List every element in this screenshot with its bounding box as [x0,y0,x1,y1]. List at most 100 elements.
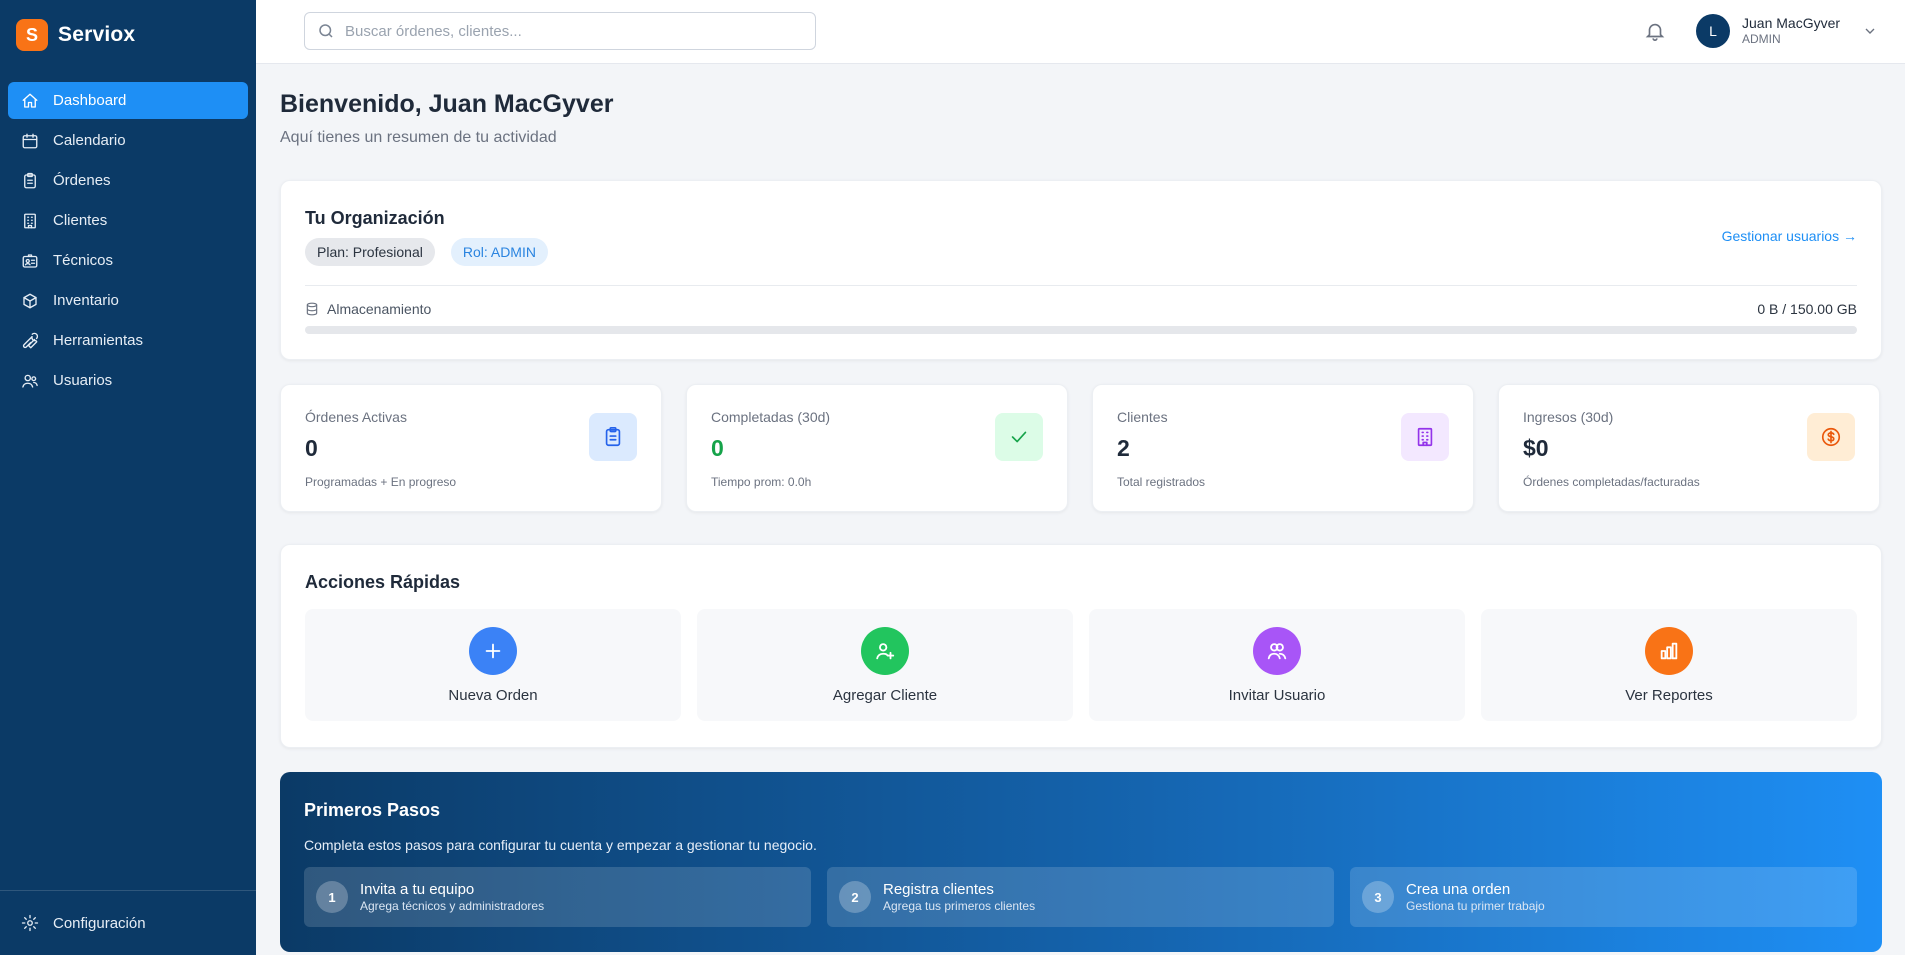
plan-badge: Plan: Profesional [305,238,435,266]
clipboard-icon [24,172,36,188]
organization-card: Tu Organización Plan: Profesional Rol: A… [280,180,1882,360]
stat-value: $0 [1523,435,1549,461]
bar-chart-icon [1660,642,1678,659]
check-icon [1011,431,1027,443]
sidebar-item-users[interactable]: Usuarios [8,362,248,399]
user-plus-icon [876,642,895,659]
manage-users-link[interactable]: Gestionar usuarios → [1722,228,1857,244]
sidebar-item-inventory[interactable]: Inventario [8,282,248,319]
new-order-button[interactable]: Nueva Orden [305,609,681,721]
stat-icon [995,413,1043,461]
sidebar-item-technicians[interactable]: Técnicos [8,242,248,279]
user-info: Juan MacGyver ADMIN [1742,15,1840,47]
search-icon [319,24,333,38]
getting-started-description: Completa estos pasos para configurar tu … [304,837,817,853]
brand[interactable]: S Serviox [0,0,256,70]
gear-icon [21,914,39,932]
building-icon [1417,427,1433,447]
action-icon [469,626,517,675]
sidebar-item-clients[interactable]: Clientes [8,202,248,239]
stat-card-active-orders[interactable]: Órdenes Activas 0 Programadas + En progr… [280,384,662,512]
role-badge: Rol: ADMIN [450,238,548,266]
storage-value: 0 B / 150.00 GB [1757,301,1857,317]
page-title: Bienvenido, Juan MacGyver [280,90,614,118]
sidebar-item-label: Calendario [53,132,126,149]
clipboard-icon [605,427,621,447]
sidebar-item-orders[interactable]: Órdenes [8,162,248,199]
sidebar-item-label: Órdenes [53,172,111,189]
sidebar-item-label: Herramientas [53,332,144,349]
stat-value: 0 [711,435,724,461]
organization-title: Tu Organización [305,208,445,228]
search-box[interactable] [304,12,816,50]
building-icon [24,213,36,228]
storage-row: Almacenamiento 0 B / 150.00 GB [305,301,1857,317]
sidebar-item-dashboard[interactable]: Dashboard [8,82,248,119]
storage-label: Almacenamiento [327,301,432,317]
step-invite-team[interactable]: 1 Invita a tu equipo Agrega técnicos y a… [304,867,811,927]
step-description: Gestiona tu primer trabajo [1406,898,1545,913]
avatar: L [1696,14,1730,48]
getting-started-card: Primeros Pasos Completa estos pasos para… [280,772,1882,952]
search-input[interactable] [345,22,785,40]
user-menu[interactable]: L Juan MacGyver ADMIN [1696,14,1878,48]
stat-note: Tiempo prom: 0.0h [711,475,812,489]
storage-progress-bar [305,326,1857,334]
sidebar-nav: Dashboard Calendario Órdenes Clientes Té… [0,70,256,399]
step-text: Registra clientes Agrega tus primeros cl… [883,881,1035,914]
step-title: Registra clientes [883,880,994,898]
notifications-button[interactable] [1644,20,1666,42]
home-icon [22,93,38,108]
quick-actions-list: Nueva Orden Agregar Cliente Invitar Usua… [305,609,1857,721]
action-label: Agregar Cliente [832,686,938,704]
organization-pills: Plan: Profesional Rol: ADMIN [305,238,1857,266]
step-text: Crea una orden Gestiona tu primer trabaj… [1406,881,1545,914]
user-name: Juan MacGyver [1742,15,1841,31]
stat-label: Clientes [1117,409,1168,425]
divider [305,285,1857,286]
stat-note: Órdenes completadas/facturadas [1523,475,1700,489]
main-content: Bienvenido, Juan MacGyver Aquí tienes un… [280,64,1882,952]
wrench-icon [22,332,39,348]
bell-icon [1645,23,1665,41]
page-subtitle: Aquí tienes un resumen de tu actividad [280,129,557,146]
action-icon [1253,626,1301,675]
invite-user-button[interactable]: Invitar Usuario [1089,609,1465,721]
step-create-order[interactable]: 3 Crea una orden Gestiona tu primer trab… [1350,867,1857,927]
stat-value: 2 [1117,435,1130,461]
stat-label: Completadas (30d) [711,409,831,425]
stat-icon [1401,413,1449,461]
sidebar-item-calendar[interactable]: Calendario [8,122,248,159]
quick-actions-card: Acciones Rápidas Nueva Orden Agregar Cli… [280,544,1882,748]
brand-name: Serviox [58,23,136,46]
sidebar-item-tools[interactable]: Herramientas [8,322,248,359]
stat-note: Total registrados [1117,475,1206,489]
id-card-icon [22,253,38,268]
add-client-button[interactable]: Agregar Cliente [697,609,1073,721]
stat-card-revenue[interactable]: Ingresos (30d) $0 Órdenes completadas/fa… [1498,384,1880,512]
step-title: Crea una orden [1406,880,1511,898]
step-title: Invita a tu equipo [360,880,475,898]
getting-started-title: Primeros Pasos [304,800,441,820]
stat-card-clients[interactable]: Clientes 2 Total registrados [1092,384,1474,512]
sidebar: S Serviox Dashboard Calendario Órdenes C… [0,0,256,955]
view-reports-button[interactable]: Ver Reportes [1481,609,1857,721]
getting-started-steps: 1 Invita a tu equipo Agrega técnicos y a… [304,867,1858,927]
users-icon [1267,642,1287,659]
storage-label-group: Almacenamiento [305,301,431,317]
sidebar-item-settings[interactable]: Configuración [8,905,248,942]
sidebar-item-label: Clientes [53,212,108,229]
users-icon [22,374,38,388]
stats-row: Órdenes Activas 0 Programadas + En progr… [280,384,1882,512]
action-icon [861,626,909,675]
stat-card-completed[interactable]: Completadas (30d) 0 Tiempo prom: 0.0h [686,384,1068,512]
user-role: ADMIN [1742,32,1781,46]
step-text: Invita a tu equipo Agrega técnicos y adm… [360,881,544,914]
box-icon [23,293,37,308]
database-icon [306,302,318,316]
action-label: Invitar Usuario [1228,686,1326,704]
dollar-icon [1821,427,1841,447]
stat-icon [1807,413,1855,461]
step-register-clients[interactable]: 2 Registra clientes Agrega tus primeros … [827,867,1334,927]
stat-label: Órdenes Activas [305,409,407,425]
